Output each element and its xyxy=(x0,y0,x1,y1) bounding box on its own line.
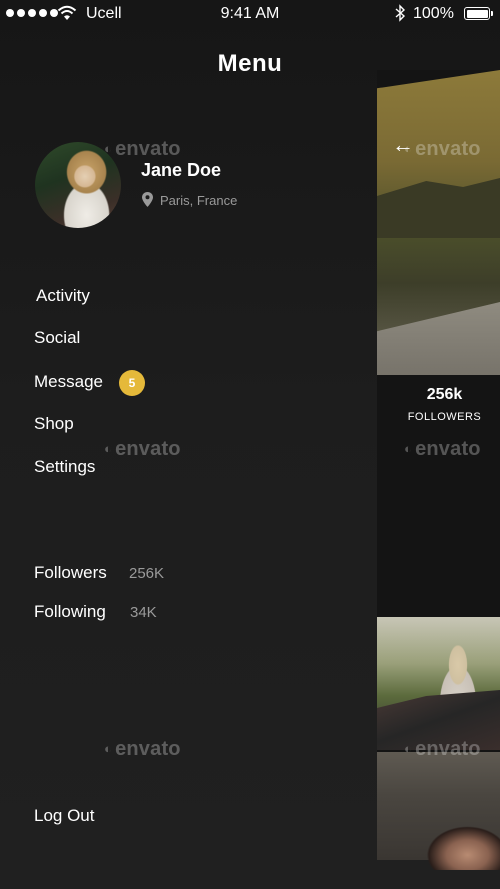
page-title: Menu xyxy=(217,50,283,77)
battery-percent: 100% xyxy=(413,5,454,22)
location-pin-icon xyxy=(142,192,153,207)
followers-value: 256K xyxy=(129,565,165,582)
panel-followers-count: 256k xyxy=(426,386,463,403)
following-label[interactable]: Following xyxy=(34,602,106,622)
menu-screen: ← 256k FOLLOWERS Ucell 9:41 AM 100% Menu… xyxy=(0,0,500,889)
watermark: envato xyxy=(404,438,481,461)
watermark: envato xyxy=(404,738,481,761)
panel-followers-label: FOLLOWERS xyxy=(407,411,482,423)
watermark: envato xyxy=(404,138,481,161)
watermark: envato xyxy=(104,138,181,161)
nav-item-message[interactable]: Message xyxy=(34,372,103,392)
watermark: envato xyxy=(104,738,181,761)
profile-location: Paris, France xyxy=(160,193,238,208)
nav-item-activity[interactable]: Activity xyxy=(36,286,90,306)
following-value: 34K xyxy=(130,604,157,621)
profile-name: Jane Doe xyxy=(141,160,222,180)
message-count-badge: 5 xyxy=(119,370,145,396)
nav-item-shop[interactable]: Shop xyxy=(34,414,74,434)
battery-icon xyxy=(464,7,493,20)
logout-button[interactable]: Log Out xyxy=(34,806,95,826)
status-bar: Ucell 9:41 AM 100% xyxy=(0,0,500,28)
bluetooth-icon xyxy=(395,4,406,22)
nav-item-settings[interactable]: Settings xyxy=(34,457,95,477)
followers-label[interactable]: Followers xyxy=(34,563,107,583)
gallery-photo-2-face xyxy=(418,820,500,870)
watermark: envato xyxy=(104,438,181,461)
nav-item-social[interactable]: Social xyxy=(34,328,80,348)
